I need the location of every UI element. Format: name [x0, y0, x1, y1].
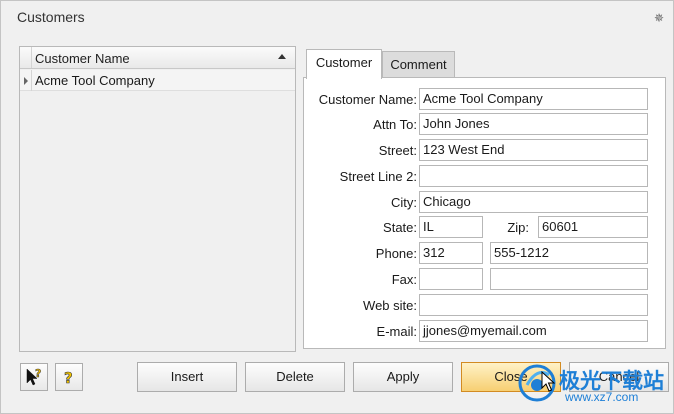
customer-name-label: Customer Name:: [318, 92, 417, 107]
row-indicator: [20, 70, 32, 91]
attn-to-field[interactable]: John Jones: [419, 113, 648, 135]
help-pointer-button[interactable]: ?: [20, 363, 48, 391]
fax-area-code-field[interactable]: [419, 268, 483, 290]
table-row[interactable]: Acme Tool Company: [20, 70, 295, 91]
attn-to-label: Attn To:: [373, 117, 417, 132]
customer-name-field[interactable]: Acme Tool Company: [419, 88, 648, 110]
email-field[interactable]: jjones@myemail.com: [419, 320, 648, 342]
tab-customer[interactable]: Customer: [306, 49, 382, 79]
email-label: E-mail:: [376, 324, 417, 339]
phone-label: Phone:: [375, 246, 417, 261]
watermark: 极光下载站 www.xz7.com: [515, 359, 673, 409]
title-bar: Customers ✵: [1, 1, 673, 33]
apply-button[interactable]: Apply: [353, 362, 453, 392]
street-line-2-field[interactable]: [419, 165, 648, 187]
state-label: State:: [383, 220, 417, 235]
window-title: Customers: [17, 9, 85, 25]
sort-ascending-icon[interactable]: [278, 54, 286, 59]
current-row-arrow-icon: [24, 77, 28, 85]
help-icon: ?: [64, 369, 73, 388]
fax-number-field[interactable]: [490, 268, 648, 290]
grid-indicator-header: [20, 47, 32, 68]
customers-dialog: Customers ✵ Customer Name Acme Tool Comp…: [0, 0, 674, 414]
help-pointer-icon: ?: [26, 367, 42, 386]
phone-number-field[interactable]: 555-1212: [490, 242, 648, 264]
state-field[interactable]: IL: [419, 216, 483, 238]
city-field[interactable]: Chicago: [419, 191, 648, 213]
svg-text:?: ?: [35, 367, 41, 380]
customer-name-cell[interactable]: Acme Tool Company: [35, 73, 155, 88]
website-field[interactable]: [419, 294, 648, 316]
zip-label: Zip:: [507, 220, 529, 235]
street-field[interactable]: 123 West End: [419, 139, 648, 161]
delete-button[interactable]: Delete: [245, 362, 345, 392]
svg-text:?: ?: [64, 369, 73, 387]
column-header-customer-name[interactable]: Customer Name: [35, 51, 130, 66]
tab-comment[interactable]: Comment: [382, 51, 455, 79]
website-label: Web site:: [363, 298, 417, 313]
close-icon[interactable]: ✵: [651, 10, 667, 26]
watermark-url: www.xz7.com: [565, 390, 639, 404]
customer-grid: Customer Name Acme Tool Company: [19, 46, 296, 352]
city-label: City:: [391, 195, 417, 210]
mouse-cursor-icon: [541, 371, 555, 392]
fax-label: Fax:: [391, 272, 417, 287]
street-label: Street:: [378, 143, 417, 158]
help-button[interactable]: ?: [55, 363, 83, 391]
phone-area-code-field[interactable]: 312: [419, 242, 483, 264]
zip-field[interactable]: 60601: [538, 216, 648, 238]
street-line-2-label: Street Line 2:: [339, 169, 417, 184]
grid-header: Customer Name: [20, 47, 295, 69]
insert-button[interactable]: Insert: [137, 362, 237, 392]
